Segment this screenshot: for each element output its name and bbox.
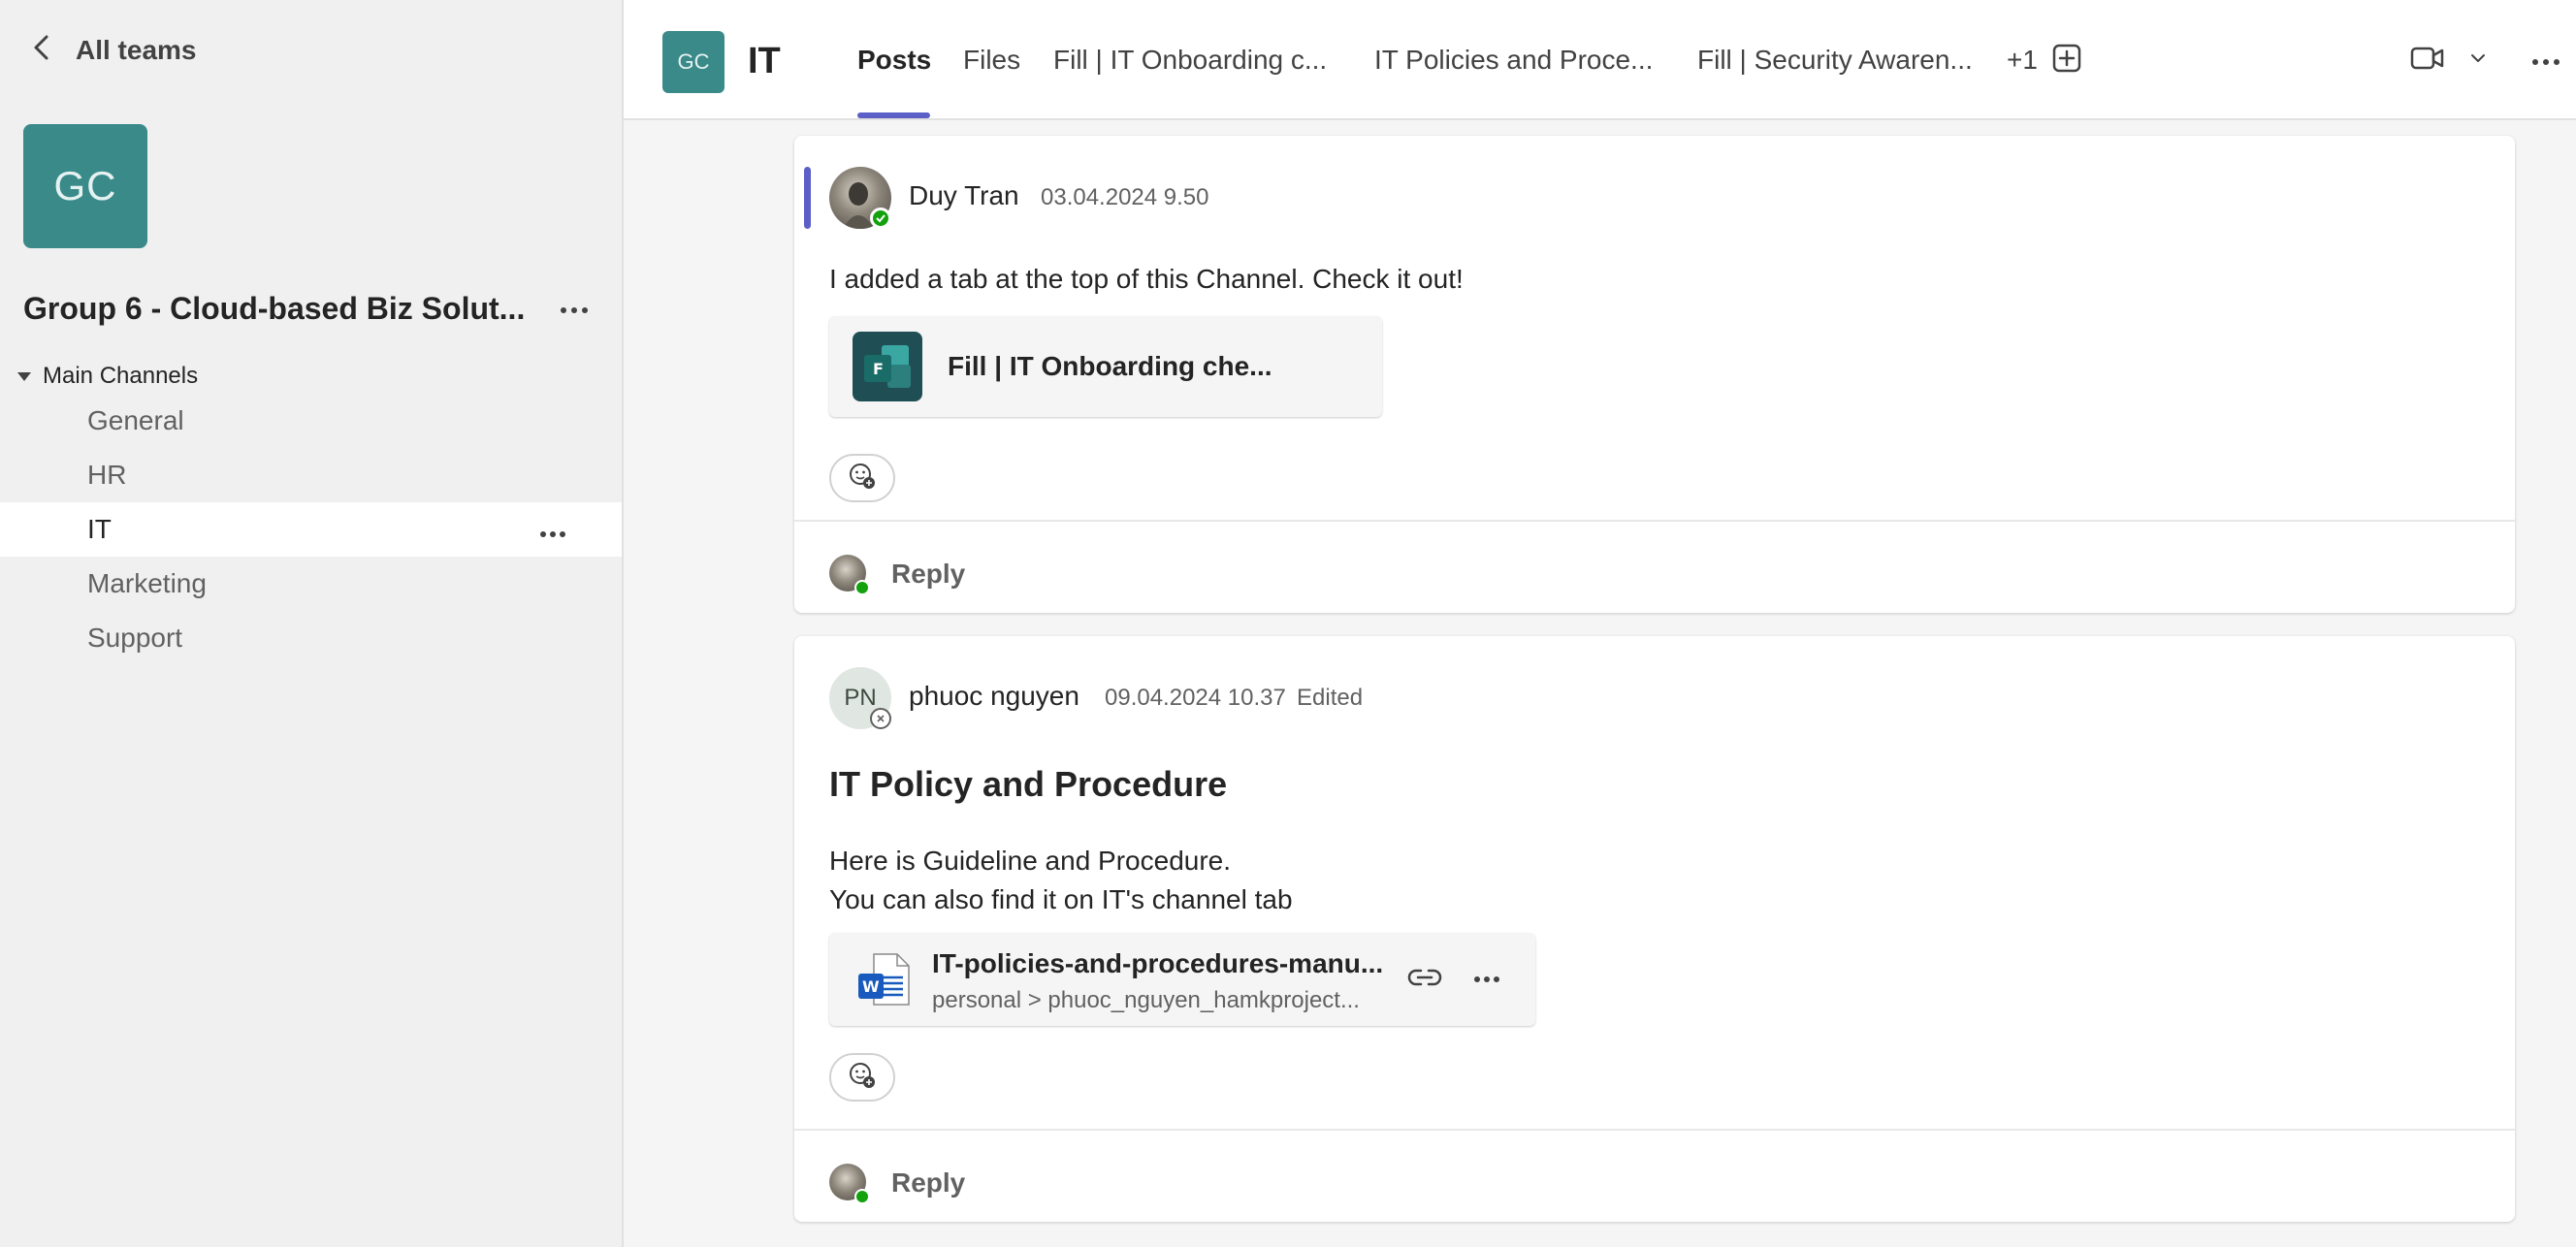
post-body-line: You can also find it on IT's channel tab	[829, 884, 1293, 914]
all-teams-label: All teams	[76, 34, 197, 65]
main-channels-section-toggle[interactable]: Main Channels	[17, 363, 198, 390]
file-attachment-card[interactable]: W IT-policies-and-procedures-manu... per…	[829, 933, 1535, 1026]
more-icon	[2531, 53, 2560, 71]
post-timestamp: 03.04.2024 9.50	[1041, 184, 1209, 210]
channel-label: Marketing	[87, 568, 207, 598]
team-name[interactable]: Group 6 - Cloud-based Biz Solut...	[23, 291, 525, 327]
meet-now-button[interactable]	[2408, 43, 2447, 78]
tab-security-awareness[interactable]: Fill | Security Awaren...	[1697, 45, 1973, 76]
link-icon	[1407, 967, 1442, 993]
sidebar-item-it[interactable]: IT	[0, 502, 622, 557]
meet-options-dropdown[interactable]	[2466, 48, 2490, 72]
team-avatar[interactable]: GC	[23, 124, 147, 248]
sidebar-item-support[interactable]: Support	[0, 611, 622, 665]
channel-more-options-button[interactable]	[2528, 45, 2563, 80]
post-card: Duy Tran 03.04.2024 9.50 I added a tab a…	[794, 136, 2515, 613]
more-tabs-button[interactable]: +1	[2007, 45, 2038, 76]
channel-title: IT	[748, 41, 781, 81]
post-author[interactable]: phuoc nguyen	[909, 681, 1079, 712]
forms-icon: F	[853, 332, 922, 401]
channel-more-options-button[interactable]	[535, 512, 570, 547]
tab-files[interactable]: Files	[963, 45, 1020, 76]
forms-tab-card[interactable]: F Fill | IT Onboarding che...	[829, 316, 1382, 417]
more-icon	[560, 302, 589, 319]
chevron-down-icon	[2469, 51, 2487, 69]
channel-team-avatar: GC	[662, 31, 724, 93]
post-author[interactable]: Duy Tran	[909, 180, 1019, 211]
svg-text:F: F	[873, 360, 884, 378]
attachment-title: IT-policies-and-procedures-manu...	[932, 948, 1384, 978]
section-label: Main Channels	[43, 363, 199, 389]
video-call-icon	[2410, 46, 2445, 76]
more-icon	[539, 514, 566, 545]
sidebar-item-hr[interactable]: HR	[0, 448, 622, 502]
edited-label: Edited	[1297, 685, 1364, 711]
channel-label: IT	[87, 514, 112, 544]
add-tab-icon	[2052, 44, 2081, 78]
tab-it-policies[interactable]: IT Policies and Proce...	[1374, 45, 1653, 76]
svg-text:W: W	[862, 977, 880, 996]
presence-available-icon	[854, 1189, 870, 1204]
add-tab-button[interactable]	[2049, 43, 2084, 78]
post-body: I added a tab at the top of this Channel…	[829, 264, 1464, 294]
channel-label: General	[87, 405, 184, 435]
copy-link-button[interactable]	[1405, 960, 1444, 999]
channel-label: HR	[87, 460, 127, 490]
post-card: PN phuoc nguyen 09.04.2024 10.37 Edited …	[794, 636, 2515, 1222]
post-heading: IT Policy and Procedure	[829, 764, 1228, 804]
channel-label: Support	[87, 623, 183, 653]
tab-it-onboarding[interactable]: Fill | IT Onboarding c...	[1053, 45, 1327, 76]
tab-posts[interactable]: Posts	[857, 45, 931, 76]
sidebar-item-general[interactable]: General	[0, 394, 622, 448]
channel-header: GC IT Posts Files Fill | IT Onboarding c…	[624, 0, 2576, 120]
divider	[794, 1129, 2515, 1131]
posts-feed: Duy Tran 03.04.2024 9.50 I added a tab a…	[624, 122, 2576, 1247]
active-tab-indicator	[857, 112, 930, 118]
post-timestamp: 09.04.2024 10.37	[1105, 685, 1286, 711]
add-reaction-icon	[848, 1061, 877, 1095]
word-icon: W	[854, 950, 913, 1013]
team-more-options-button[interactable]	[557, 293, 592, 328]
presence-available-icon	[854, 580, 870, 595]
reply-button[interactable]: Reply	[891, 559, 965, 590]
attachment-path: personal > phuoc_nguyen_hamkproject...	[932, 987, 1360, 1013]
post-body-line: Here is Guideline and Procedure.	[829, 846, 1232, 876]
add-reaction-icon	[848, 462, 877, 496]
attachment-more-button[interactable]	[1467, 962, 1506, 997]
add-reaction-button[interactable]	[829, 1053, 895, 1102]
all-teams-back-button[interactable]: All teams	[29, 33, 197, 67]
team-sidebar: All teams GC Group 6 - Cloud-based Biz S…	[0, 0, 624, 1247]
presence-offline-icon	[870, 708, 891, 729]
caret-down-icon	[17, 371, 31, 381]
more-icon	[1473, 971, 1500, 988]
unread-indicator	[804, 167, 811, 229]
chevron-left-icon	[29, 33, 54, 67]
add-reaction-button[interactable]	[829, 454, 895, 502]
sidebar-item-marketing[interactable]: Marketing	[0, 557, 622, 611]
reply-button[interactable]: Reply	[891, 1167, 965, 1199]
attachment-title: Fill | IT Onboarding che...	[948, 351, 1272, 381]
presence-available-icon	[870, 208, 891, 229]
divider	[794, 520, 2515, 522]
